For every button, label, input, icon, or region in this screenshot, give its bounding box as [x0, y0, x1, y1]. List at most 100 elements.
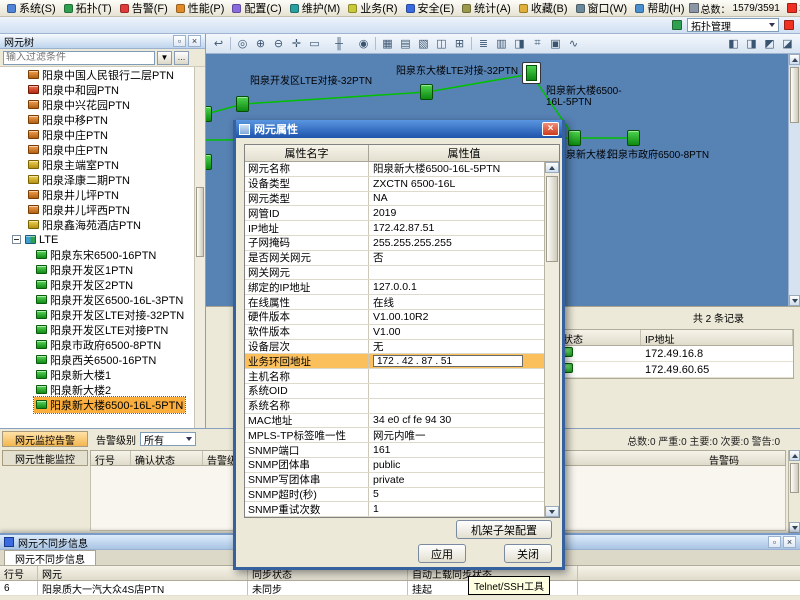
- dialog-titlebar[interactable]: 网元属性 ×: [236, 120, 562, 138]
- topology-node-clipped[interactable]: [206, 106, 212, 122]
- tree-item[interactable]: 阳泉中庄PTN: [0, 127, 205, 142]
- tree-item[interactable]: 阳泉中兴花园PTN: [0, 97, 205, 112]
- property-row[interactable]: MPLS-TP标签唯一性网元内唯一: [245, 428, 544, 443]
- tree-item[interactable]: 阳泉中庄PTN: [0, 142, 205, 157]
- sync-table-row[interactable]: 6 阳泉质大一汽大众4S店PTN 未同步 挂起: [0, 581, 800, 596]
- tree-item[interactable]: 阳泉西关6500-16PTN: [0, 352, 205, 367]
- topology-node[interactable]: [236, 96, 249, 112]
- topology-manage-combo[interactable]: 拓扑管理: [687, 18, 779, 32]
- menu-favorites[interactable]: 收藏(B): [515, 0, 572, 17]
- property-row[interactable]: 在线属性在线: [245, 295, 544, 310]
- scroll-down-icon[interactable]: [789, 295, 800, 306]
- tree-filter-input[interactable]: [3, 51, 155, 65]
- column-alarm-code[interactable]: 告警码: [705, 451, 785, 465]
- table-row[interactable]: 172.49.60.65: [559, 362, 793, 378]
- property-row[interactable]: 网关网元: [245, 266, 544, 281]
- menu-alarm[interactable]: 告警(F): [116, 0, 172, 17]
- locate-icon[interactable]: ◉: [355, 36, 372, 52]
- property-row[interactable]: SNMP端口161: [245, 443, 544, 458]
- column-ne[interactable]: 网元: [38, 566, 248, 580]
- stat-critical[interactable]: 145/1578: [787, 3, 800, 14]
- close-button[interactable]: 关闭: [504, 544, 552, 563]
- tree-scrollbar[interactable]: [194, 67, 205, 428]
- property-row[interactable]: 主机名称: [245, 369, 544, 384]
- marquee-icon[interactable]: ▭: [306, 36, 323, 52]
- menu-performance[interactable]: 性能(P): [172, 0, 229, 17]
- filter-more-button[interactable]: …: [174, 51, 189, 65]
- property-row[interactable]: 设备类型ZXCTN 6500-16L: [245, 177, 544, 192]
- property-row[interactable]: 软件版本V1.00: [245, 325, 544, 340]
- tree-item[interactable]: 阳泉开发区1PTN: [0, 262, 205, 277]
- tree-item[interactable]: 阳泉开发区2PTN: [0, 277, 205, 292]
- column-ack-state[interactable]: 确认状态: [131, 451, 203, 465]
- topology-node[interactable]: [568, 130, 581, 146]
- tree-item[interactable]: 阳泉开发区6500-16L-3PTN: [0, 292, 205, 307]
- panel-view-icon[interactable]: ◨: [511, 36, 528, 52]
- property-row[interactable]: 系统OID: [245, 384, 544, 399]
- tree-item[interactable]: 阳泉井儿坪西PTN: [0, 202, 205, 217]
- property-row[interactable]: 硬件版本V1.00.10R2: [245, 310, 544, 325]
- scroll-up-icon[interactable]: [789, 450, 800, 461]
- tree-item[interactable]: 阳泉开发区LTE对接PTN: [0, 322, 205, 337]
- grid-snap-icon[interactable]: ⌗: [529, 36, 546, 52]
- alert-indicator-icon[interactable]: [784, 20, 794, 30]
- tree-item[interactable]: 阳泉泽康二期PTN: [0, 172, 205, 187]
- property-row-loopback[interactable]: 业务环回地址: [245, 354, 544, 369]
- property-row[interactable]: IP地址172.42.87.51: [245, 221, 544, 236]
- save-layout-icon[interactable]: ▤: [397, 36, 414, 52]
- pan-icon[interactable]: ✛: [288, 36, 305, 52]
- layout-icon[interactable]: ▧: [415, 36, 432, 52]
- overview-icon[interactable]: ▦: [379, 36, 396, 52]
- menu-window[interactable]: 窗口(W): [572, 0, 632, 17]
- dialog-scrollbar[interactable]: [544, 162, 559, 517]
- zoom-in-icon[interactable]: ⊕: [252, 36, 269, 52]
- list-view-icon[interactable]: ≣: [475, 36, 492, 52]
- menu-service[interactable]: 业务(R): [344, 0, 401, 17]
- pin-icon[interactable]: ▫: [768, 536, 781, 548]
- tree-item[interactable]: 阳泉中国人民银行二层PTN: [0, 67, 205, 82]
- menu-statistics[interactable]: 统计(A): [458, 0, 515, 17]
- stat-total[interactable]: 总数：1579/3591: [689, 1, 780, 16]
- tree-item-selected[interactable]: 阳泉新大楼6500-16L-5PTN: [0, 397, 205, 412]
- property-row[interactable]: 系统名称: [245, 399, 544, 414]
- tree-item[interactable]: 阳泉中和园PTN: [0, 82, 205, 97]
- menu-config[interactable]: 配置(C): [228, 0, 285, 17]
- layout-4-icon[interactable]: ◪: [779, 36, 796, 52]
- tree-item[interactable]: 阳泉东宋6500-16PTN: [0, 247, 205, 262]
- tree-item[interactable]: 阳泉主端室PTN: [0, 157, 205, 172]
- menu-maintain[interactable]: 维护(M): [286, 0, 345, 17]
- severity-filter-combo[interactable]: 所有: [140, 432, 196, 446]
- close-icon[interactable]: ×: [542, 122, 559, 136]
- menu-system[interactable]: 系统(S): [3, 0, 60, 17]
- tab-sync-info[interactable]: 网元不同步信息: [4, 550, 96, 565]
- property-row[interactable]: MAC地址34 e0 cf fe 94 30: [245, 414, 544, 429]
- topology-node[interactable]: [420, 84, 433, 100]
- property-row[interactable]: 网元名称阳泉新大楼6500-16L-5PTN: [245, 162, 544, 177]
- tree-item[interactable]: 阳泉开发区LTE对接-32PTN: [0, 307, 205, 322]
- property-row[interactable]: SNMP超时(秒)5: [245, 488, 544, 503]
- collapse-icon[interactable]: [12, 235, 21, 244]
- layout-1-icon[interactable]: ◧: [725, 36, 742, 52]
- link-style-icon[interactable]: ╫: [324, 36, 354, 52]
- tree-item[interactable]: 阳泉中移PTN: [0, 112, 205, 127]
- menu-help[interactable]: 帮助(H): [631, 0, 688, 17]
- property-row[interactable]: 子网掩码255.255.255.255: [245, 236, 544, 251]
- topology-node-selected[interactable]: [522, 62, 541, 84]
- rack-config-button[interactable]: 机架子架配置: [456, 520, 552, 539]
- property-row[interactable]: 设备层次无: [245, 340, 544, 355]
- column-row-number[interactable]: 行号: [0, 566, 38, 580]
- table-view-icon[interactable]: ▥: [493, 36, 510, 52]
- property-row[interactable]: 是否网关网元否: [245, 251, 544, 266]
- scroll-down-icon[interactable]: [545, 506, 559, 517]
- close-icon[interactable]: ×: [783, 536, 796, 548]
- pin-icon[interactable]: ▫: [173, 35, 186, 47]
- filter-dropdown-icon[interactable]: ▼: [157, 51, 172, 65]
- layout-2-icon[interactable]: ◨: [743, 36, 760, 52]
- loopback-address-input[interactable]: [373, 355, 523, 367]
- table-row[interactable]: 172.49.16.8: [559, 346, 793, 362]
- apply-button[interactable]: 应用: [418, 544, 466, 563]
- scroll-down-icon[interactable]: [789, 522, 800, 533]
- topology-node-clipped[interactable]: [206, 154, 212, 170]
- tab-ne-performance-monitor[interactable]: 网元性能监控: [2, 450, 88, 466]
- legend-icon[interactable]: ▣: [547, 36, 564, 52]
